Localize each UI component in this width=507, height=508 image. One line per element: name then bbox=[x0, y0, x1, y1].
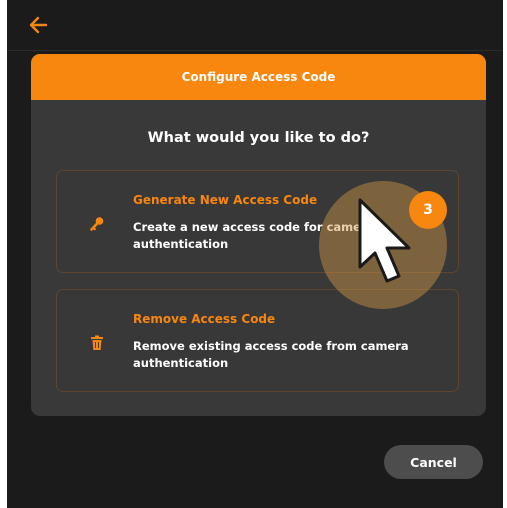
app-window: Configure Access Code What would you lik… bbox=[7, 0, 503, 508]
key-icon bbox=[88, 215, 106, 233]
dialog-title: Configure Access Code bbox=[181, 70, 336, 84]
dialog-question: What would you like to do? bbox=[147, 130, 370, 146]
option-description: Create a new access code for camera auth… bbox=[133, 220, 375, 251]
trash-icon bbox=[88, 334, 106, 352]
back-button[interactable] bbox=[25, 12, 55, 38]
configure-access-code-dialog: Configure Access Code What would you lik… bbox=[31, 54, 486, 416]
remove-access-code-option[interactable]: Remove Access Code Remove existing acces… bbox=[56, 289, 459, 392]
option-title: Generate New Access Code bbox=[133, 193, 318, 207]
option-description: Remove existing access code from camera … bbox=[133, 339, 409, 370]
top-bar bbox=[7, 0, 503, 51]
arrow-left-icon bbox=[29, 16, 48, 34]
cancel-button[interactable]: Cancel bbox=[384, 445, 483, 479]
cancel-label: Cancel bbox=[410, 454, 457, 470]
dialog-header: Configure Access Code bbox=[31, 54, 486, 100]
option-title: Remove Access Code bbox=[133, 312, 276, 326]
generate-access-code-option[interactable]: Generate New Access Code Create a new ac… bbox=[56, 170, 459, 273]
